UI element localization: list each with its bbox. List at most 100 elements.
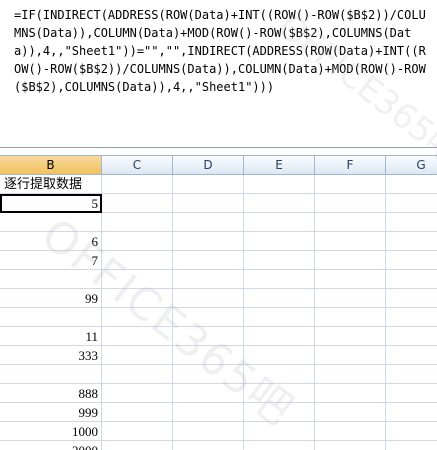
- empty-cell[interactable]: [244, 346, 315, 365]
- empty-cell[interactable]: [244, 175, 315, 194]
- empty-cell[interactable]: [315, 270, 386, 289]
- empty-cell[interactable]: [315, 251, 386, 270]
- empty-cell[interactable]: [315, 175, 386, 194]
- column-header-g[interactable]: G: [386, 156, 437, 174]
- empty-cell[interactable]: [386, 346, 437, 365]
- empty-cell[interactable]: [173, 270, 244, 289]
- column-header-f[interactable]: F: [315, 156, 386, 174]
- empty-cell[interactable]: [102, 327, 173, 346]
- empty-cell[interactable]: [173, 384, 244, 403]
- cell-b-value[interactable]: 999: [0, 403, 102, 422]
- column-header-c[interactable]: C: [102, 156, 173, 174]
- empty-cell[interactable]: [315, 213, 386, 232]
- empty-cell[interactable]: [386, 251, 437, 270]
- empty-cell[interactable]: [315, 441, 386, 450]
- empty-cell[interactable]: [102, 251, 173, 270]
- empty-cell[interactable]: [244, 232, 315, 251]
- cell-b-value[interactable]: [0, 365, 102, 384]
- cell-b-value[interactable]: 2000: [0, 441, 102, 450]
- empty-cell[interactable]: [173, 289, 244, 308]
- empty-cell[interactable]: [102, 441, 173, 450]
- cell-b-value[interactable]: 888: [0, 384, 102, 403]
- empty-cell[interactable]: [102, 213, 173, 232]
- empty-cell[interactable]: [386, 441, 437, 450]
- empty-cell[interactable]: [102, 365, 173, 384]
- cell-b-value[interactable]: 1000: [0, 422, 102, 441]
- empty-cell[interactable]: [102, 175, 173, 194]
- empty-cell[interactable]: [173, 422, 244, 441]
- empty-cell[interactable]: [102, 384, 173, 403]
- empty-cell[interactable]: [244, 365, 315, 384]
- column-header-d[interactable]: D: [173, 156, 244, 174]
- empty-cell[interactable]: [102, 270, 173, 289]
- empty-cell[interactable]: [102, 194, 173, 213]
- empty-cell[interactable]: [173, 365, 244, 384]
- cell-b-value[interactable]: [0, 270, 102, 289]
- cell-b-value[interactable]: [0, 213, 102, 232]
- empty-cell[interactable]: [244, 327, 315, 346]
- column-header-e[interactable]: E: [244, 156, 315, 174]
- empty-cell[interactable]: [244, 308, 315, 327]
- empty-cell[interactable]: [386, 270, 437, 289]
- empty-cell[interactable]: [386, 175, 437, 194]
- cell-area[interactable]: 逐行提取数据5 67 99 11333 88899910002000: [0, 175, 437, 450]
- column-header-b[interactable]: B: [0, 156, 102, 174]
- empty-cell[interactable]: [244, 213, 315, 232]
- empty-cell[interactable]: [386, 384, 437, 403]
- empty-cell[interactable]: [244, 441, 315, 450]
- empty-cell[interactable]: [315, 308, 386, 327]
- cell-b-value[interactable]: 6: [0, 232, 102, 251]
- empty-cell[interactable]: [173, 213, 244, 232]
- empty-cell[interactable]: [315, 384, 386, 403]
- empty-cell[interactable]: [386, 403, 437, 422]
- empty-cell[interactable]: [173, 175, 244, 194]
- empty-cell[interactable]: [386, 232, 437, 251]
- empty-cell[interactable]: [386, 289, 437, 308]
- cell-b-value[interactable]: 7: [0, 251, 102, 270]
- empty-cell[interactable]: [315, 289, 386, 308]
- empty-cell[interactable]: [386, 213, 437, 232]
- empty-cell[interactable]: [315, 422, 386, 441]
- empty-cell[interactable]: [102, 232, 173, 251]
- empty-cell[interactable]: [244, 251, 315, 270]
- empty-cell[interactable]: [173, 327, 244, 346]
- empty-cell[interactable]: [102, 403, 173, 422]
- empty-cell[interactable]: [244, 422, 315, 441]
- empty-cell[interactable]: [386, 422, 437, 441]
- empty-cell[interactable]: [386, 308, 437, 327]
- empty-cell[interactable]: [315, 327, 386, 346]
- formula-bar[interactable]: =IF(INDIRECT(ADDRESS(ROW(Data)+INT((ROW(…: [0, 0, 437, 148]
- empty-cell[interactable]: [173, 441, 244, 450]
- formula-text[interactable]: =IF(INDIRECT(ADDRESS(ROW(Data)+INT((ROW(…: [14, 6, 432, 96]
- cell-b-header[interactable]: 逐行提取数据: [0, 175, 102, 194]
- empty-cell[interactable]: [102, 346, 173, 365]
- empty-cell[interactable]: [173, 194, 244, 213]
- cell-b-value[interactable]: 333: [0, 346, 102, 365]
- empty-cell[interactable]: [173, 308, 244, 327]
- cell-b-value[interactable]: [0, 308, 102, 327]
- empty-cell[interactable]: [315, 194, 386, 213]
- empty-cell[interactable]: [173, 346, 244, 365]
- empty-cell[interactable]: [386, 327, 437, 346]
- empty-cell[interactable]: [244, 270, 315, 289]
- empty-cell[interactable]: [315, 403, 386, 422]
- cell-b-value[interactable]: 99: [0, 289, 102, 308]
- empty-cell[interactable]: [102, 289, 173, 308]
- worksheet-grid[interactable]: B C D E F G 逐行提取数据5 67 99 11333 888999100020…: [0, 148, 437, 450]
- active-cell[interactable]: 5: [0, 194, 102, 213]
- empty-cell[interactable]: [386, 365, 437, 384]
- empty-cell[interactable]: [244, 194, 315, 213]
- empty-cell[interactable]: [102, 308, 173, 327]
- empty-cell[interactable]: [386, 194, 437, 213]
- cell-b-value[interactable]: 11: [0, 327, 102, 346]
- empty-cell[interactable]: [173, 251, 244, 270]
- empty-cell[interactable]: [173, 403, 244, 422]
- empty-cell[interactable]: [244, 403, 315, 422]
- empty-cell[interactable]: [244, 289, 315, 308]
- empty-cell[interactable]: [102, 422, 173, 441]
- empty-cell[interactable]: [315, 365, 386, 384]
- empty-cell[interactable]: [315, 232, 386, 251]
- empty-cell[interactable]: [244, 384, 315, 403]
- empty-cell[interactable]: [173, 232, 244, 251]
- empty-cell[interactable]: [315, 346, 386, 365]
